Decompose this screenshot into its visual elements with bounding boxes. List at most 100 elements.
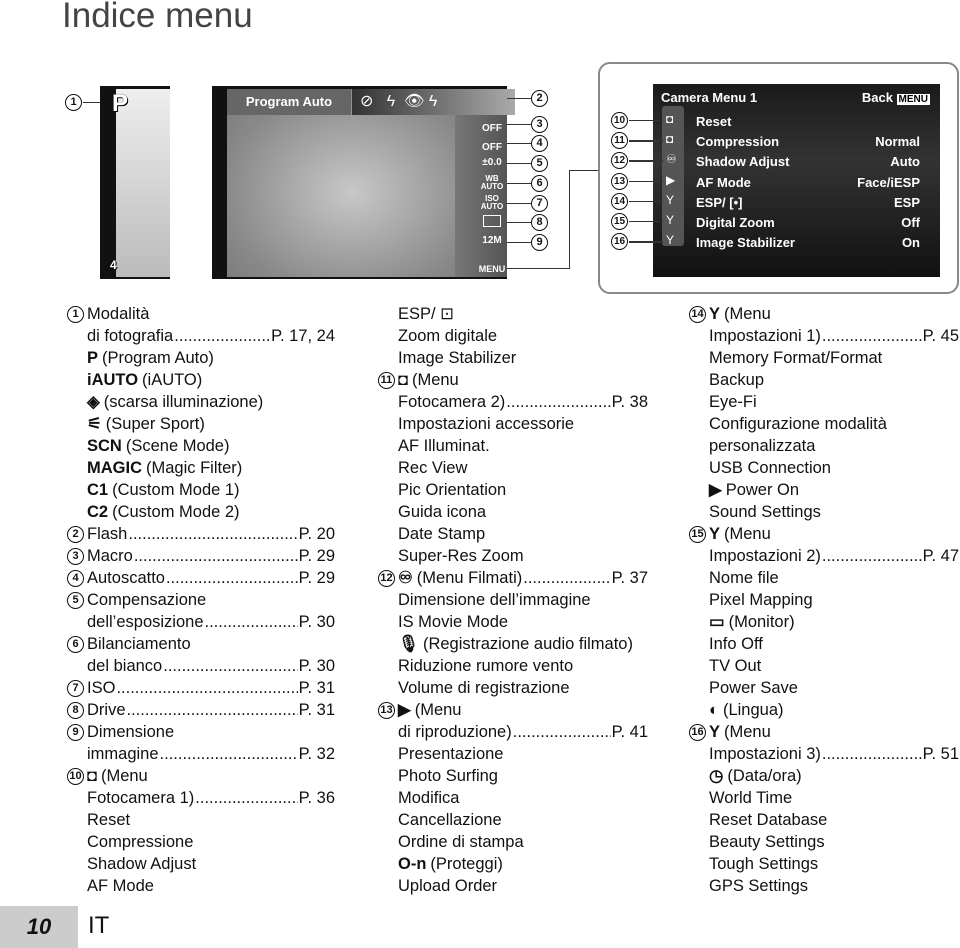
item-number: 16 [689, 724, 706, 741]
item-text: ▭ (Monitor) [709, 613, 795, 631]
menu-row-value: Off [901, 215, 920, 230]
item-text: Dimensione dell’immagine [398, 591, 591, 609]
item-text: Y (Menu [709, 723, 771, 741]
mode-icon: ⚟ [87, 415, 102, 433]
status-count: 4 [110, 258, 117, 272]
item-text: ISO [87, 679, 116, 697]
leader-line [507, 98, 531, 100]
mode-icon: Y [709, 723, 721, 741]
item-text: Riduzione rumore vento [398, 657, 574, 675]
item-number: 5 [67, 592, 84, 609]
list-item: 6 Bilanciamento [67, 633, 335, 655]
menu-row-3[interactable]: AF Mode Face/iESP [696, 175, 920, 190]
leader-line [629, 120, 663, 122]
item-text: Y (Menu [709, 305, 771, 323]
list-item: IS Movie Mode [398, 611, 648, 633]
list-item: C1 (Custom Mode 1) [87, 479, 335, 501]
dot-leader [128, 523, 297, 545]
item-text: Fotocamera 2) [398, 393, 506, 411]
list-item: Impostazioni 3) P. 51 [709, 743, 959, 765]
item-text: iAUTO (iAUTO) [87, 371, 203, 389]
menu-row-label: AF Mode [696, 174, 751, 190]
item-text: SCN (Scene Mode) [87, 437, 230, 455]
list-item: del bianco P. 30 [87, 655, 335, 677]
list-item: 8Drive P. 31 [67, 699, 335, 721]
leader-line [507, 143, 531, 145]
live-view-photo [227, 89, 455, 277]
item-text: ♾ (Menu Filmati) [398, 569, 523, 587]
list-item: Photo Surfing [398, 765, 648, 787]
leader-line [507, 242, 531, 244]
dot-leader [116, 677, 297, 699]
item-text: IS Movie Mode [398, 613, 509, 631]
page-reference: P. 45 [922, 327, 959, 345]
item-number: 8 [67, 702, 84, 719]
list-item: Memory Format/Format [709, 347, 959, 369]
leader-line [629, 221, 663, 223]
mode-icon: ◈ [87, 393, 100, 411]
menu-row-1[interactable]: Compression Normal [696, 134, 920, 149]
back-button[interactable]: Back MENU [862, 90, 930, 105]
screen-main: Program Auto ⊘ ϟ 👁 ϟ [212, 86, 515, 279]
dot-leader [822, 545, 922, 567]
menu-row-value: ESP [893, 194, 920, 210]
mode-icon: O-n [398, 855, 427, 873]
item-text: USB Connection [709, 459, 831, 477]
list-item: 2Flash P. 20 [67, 523, 335, 545]
callout-14: 14 [611, 192, 628, 210]
camera-menu-screen: Camera Menu 1 Back MENU Reset Compression… [653, 84, 940, 277]
callout-10: 10 [611, 112, 628, 129]
list-item: Pixel Mapping [709, 589, 959, 611]
item-text: ▶ (Menu [398, 701, 462, 719]
item-text: Power Save [709, 679, 798, 697]
menu-row-value: Auto [890, 154, 920, 170]
item-text: Guida icona [398, 503, 487, 521]
item-text: C1 (Custom Mode 1) [87, 481, 240, 499]
dot-leader [822, 743, 922, 765]
menu-row-value: Face/iESP [857, 174, 920, 190]
list-item: MAGIC (Magic Filter) [87, 457, 335, 479]
menu-row-4[interactable]: ESP/ [•] ESP [696, 195, 920, 210]
callout-8: 8 [531, 214, 548, 231]
menu-tab-icon: ♾ [666, 152, 677, 167]
list-item: Upload Order [398, 875, 648, 897]
callout-3: 3 [531, 116, 548, 133]
item-number: 4 [67, 570, 84, 587]
list-item: Volume di registrazione [398, 677, 648, 699]
item-number: 10 [67, 768, 84, 785]
callout-5: 5 [531, 155, 548, 172]
dot-leader [163, 655, 297, 677]
list-item: Pic Orientation [398, 479, 648, 501]
index-column-1: 1Modalità di fotografia P. 17, 24 P(Program… [67, 303, 335, 897]
leader-line [507, 163, 531, 165]
page-reference: P. 51 [922, 745, 959, 763]
page-reference: P. 20 [298, 525, 335, 543]
item-text: Compensazione [87, 591, 207, 609]
list-item: Configurazione modalità [709, 413, 959, 435]
menu-row-2[interactable]: Shadow Adjust Auto [696, 154, 920, 169]
list-item: USB Connection [709, 457, 959, 479]
item-text: Impostazioni 1) [709, 327, 821, 345]
menu-key-icon: MENU [478, 264, 506, 274]
mode-icon: Y [709, 525, 721, 543]
item-text: C2 (Custom Mode 2) [87, 503, 240, 521]
item-text: Ordine di stampa [398, 833, 524, 851]
menu-row-6[interactable]: Image Stabilizer On [696, 235, 920, 250]
list-item: AF Mode [87, 875, 335, 897]
item-number: 11 [378, 372, 395, 389]
image-size-icon: 12M [482, 235, 502, 246]
menu-row-0[interactable]: Reset [696, 114, 920, 129]
callout-9: 9 [531, 234, 548, 251]
back-label: Back [861, 90, 893, 105]
list-item: 9 Dimensione [67, 721, 335, 743]
callout-13: 13 [611, 172, 628, 190]
page-reference: P. 31 [298, 701, 335, 719]
item-text: TV Out [709, 657, 762, 675]
menu-row-5[interactable]: Digital Zoom Off [696, 215, 920, 230]
item-text: ◷ (Data/ora) [709, 767, 802, 785]
list-item: C2 (Custom Mode 2) [87, 501, 335, 523]
callout-6: 6 [531, 175, 548, 192]
item-text: del bianco [87, 657, 163, 675]
item-text: Impostazioni 3) [709, 745, 821, 763]
dot-leader [506, 391, 610, 413]
